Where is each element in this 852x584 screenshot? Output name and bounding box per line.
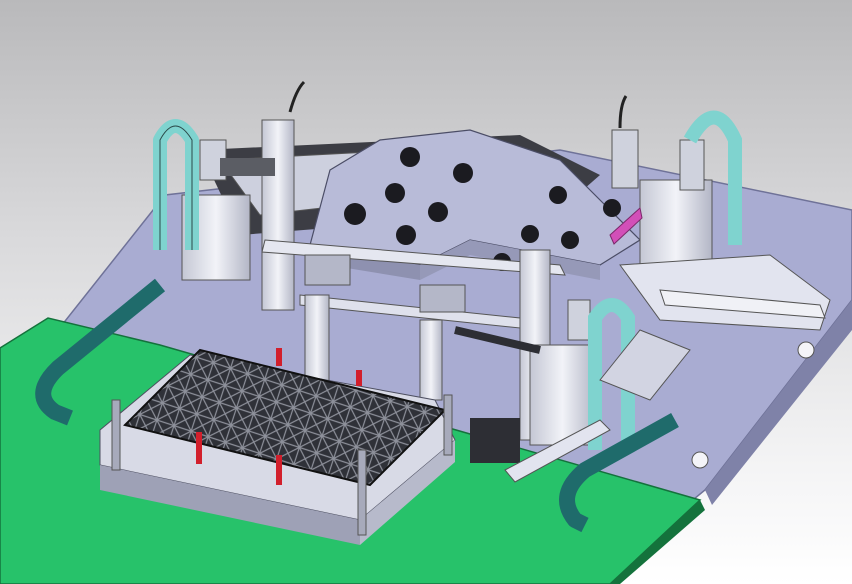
left-z-module	[181, 80, 306, 311]
cad-3d-model-icon	[0, 80, 852, 584]
cad-viewport[interactable]	[0, 0, 852, 584]
